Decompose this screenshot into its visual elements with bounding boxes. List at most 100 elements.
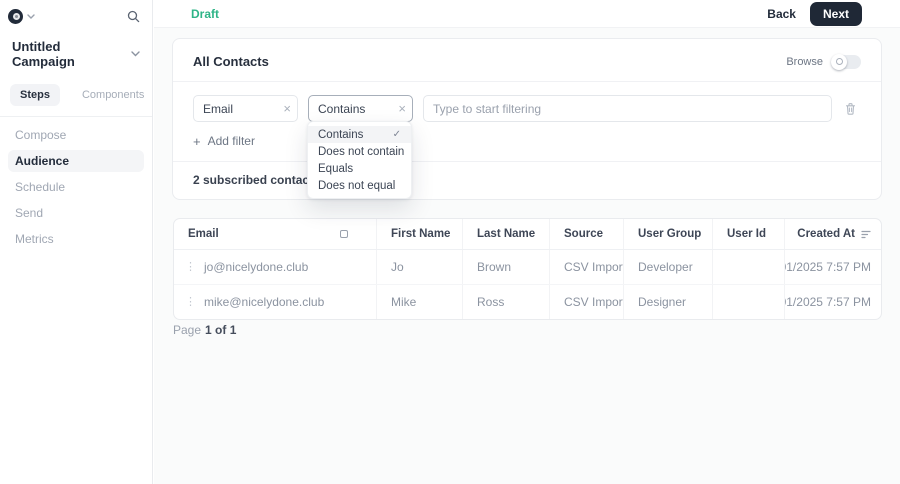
cell-first-name: Jo [377,250,463,284]
cell-email: ⋮ mike@nicelydone.club [174,285,377,319]
column-label: Created At [797,228,855,240]
column-label: User Group [638,228,702,240]
operator-dropdown-menu: Contains ✓ Does not contain Equals Does … [307,121,412,199]
menu-item-equals[interactable]: Equals [308,160,411,177]
column-header-first-name[interactable]: First Name [377,219,463,249]
menu-item-does-not-equal[interactable]: Does not equal [308,177,411,194]
add-filter-button[interactable]: + Add filter [193,134,255,148]
workspace-chevron-down-icon[interactable] [27,13,35,19]
column-label: Source [564,228,603,240]
filter-operator-wrap: × [308,95,413,122]
cell-source: CSV Import [550,285,624,319]
clear-operator-icon[interactable]: × [398,101,406,114]
option-label: Does not contain [318,145,405,158]
option-label: Equals [318,162,354,175]
column-header-source[interactable]: Source [550,219,624,249]
filter-row: × × [173,82,881,122]
campaign-chevron-down-icon [131,51,140,57]
sidebar-item-metrics[interactable]: Metrics [8,228,144,250]
sidebar: Untitled Campaign Steps Components Compo… [0,0,153,484]
sidebar-item-schedule[interactable]: Schedule [8,176,144,198]
back-button[interactable]: Back [767,7,796,21]
pagination: Page 1 of 1 [173,323,236,337]
page-info: 1 of 1 [205,323,237,337]
browse-toggle-group: Browse [786,53,861,70]
table-row: ⋮ mike@nicelydone.club Mike Ross CSV Imp… [174,285,881,319]
column-label: First Name [391,228,451,240]
option-label: Contains [318,128,364,141]
logo-row [8,6,140,26]
delete-filter-trash-icon[interactable] [844,102,857,116]
app-window: Untitled Campaign Steps Components Compo… [0,0,900,484]
drag-handle-icon[interactable]: ⋮ [185,261,196,273]
toggle-knob [831,53,847,70]
all-contacts-card: All Contacts Browse × [172,38,882,200]
email-value: mike@nicelydone.club [204,295,325,309]
status-badge: Draft [191,6,220,21]
topbar: Draft Back Next [154,0,900,28]
steps-menu: Compose Audience Schedule Send Metrics [0,117,152,257]
drag-handle-icon[interactable]: ⋮ [185,296,196,308]
table-header-row: Email First Name Last Name Source User G… [174,219,881,250]
content-area: All Contacts Browse × [154,28,900,483]
browse-label: Browse [786,55,823,68]
filter-value-input[interactable] [423,95,832,122]
cell-created-at: 10/01/2025 7:57 PM [785,295,871,309]
plus-icon: + [193,133,201,149]
column-label: Last Name [477,228,536,240]
column-header-email[interactable]: Email [174,219,377,249]
cell-user-id [713,285,785,319]
sort-icon[interactable] [861,230,871,239]
topbar-actions: Back Next [767,1,862,26]
cell-email: ⋮ jo@nicelydone.club [174,250,377,284]
column-header-created-at[interactable]: Created At [785,219,881,249]
browse-toggle[interactable] [831,53,861,70]
option-label: Does not equal [318,179,396,192]
sidebar-item-send[interactable]: Send [8,202,144,224]
contacts-count: 2 subscribed contacts [193,173,320,187]
tab-steps[interactable]: Steps [10,84,60,106]
page-title: All Contacts [193,54,269,69]
card-header: All Contacts Browse [173,39,881,81]
cell-source: CSV Import [550,250,624,284]
cell-created-at: 10/01/2025 7:57 PM [785,260,871,274]
toggle-state-icon [835,58,843,65]
column-label: Email [188,228,219,240]
page-label: Page [173,323,202,337]
filter-field-input[interactable] [193,95,298,122]
contacts-summary: 2 subscribed contactscurrently in [173,162,881,187]
tab-components[interactable]: Components [72,84,154,106]
filter-field-wrap: × [193,95,298,122]
brand-logo-icon[interactable] [8,8,23,24]
check-icon: ✓ [392,129,401,140]
column-header-last-name[interactable]: Last Name [463,219,550,249]
column-label: User Id [727,228,766,240]
search-icon[interactable] [127,10,140,23]
add-filter-label: Add filter [207,134,255,148]
sidebar-tabs: Steps Components [8,84,144,106]
email-value: jo@nicelydone.club [204,260,309,274]
menu-item-does-not-contain[interactable]: Does not contain [308,143,411,160]
clear-field-icon[interactable]: × [283,101,291,114]
next-button[interactable]: Next [809,1,862,26]
cell-last-name: Brown [463,250,550,284]
campaign-name: Untitled Campaign [12,39,75,69]
sidebar-item-compose[interactable]: Compose [8,124,144,146]
filter-operator-input[interactable] [308,95,413,122]
cell-first-name: Mike [377,285,463,319]
cell-last-name: Ross [463,285,550,319]
primary-field-icon [340,230,348,238]
cell-user-id [713,250,785,284]
cell-user-group: Designer [624,285,713,319]
table-row: ⋮ jo@nicelydone.club Jo Brown CSV Import… [174,250,881,285]
column-header-user-group[interactable]: User Group [624,219,713,249]
sidebar-item-audience[interactable]: Audience [8,150,144,172]
sidebar-top: Untitled Campaign Steps Components [0,0,152,106]
main-area: Draft Back Next All Contacts Browse Emai… [154,0,900,484]
menu-item-contains[interactable]: Contains ✓ [308,126,411,143]
cell-user-group: Developer [624,250,713,284]
column-header-user-id[interactable]: User Id [713,219,785,249]
campaign-selector[interactable]: Untitled Campaign [8,26,140,69]
filter-value-wrap [423,95,832,122]
contacts-table: Email First Name Last Name Source User G… [173,218,882,320]
